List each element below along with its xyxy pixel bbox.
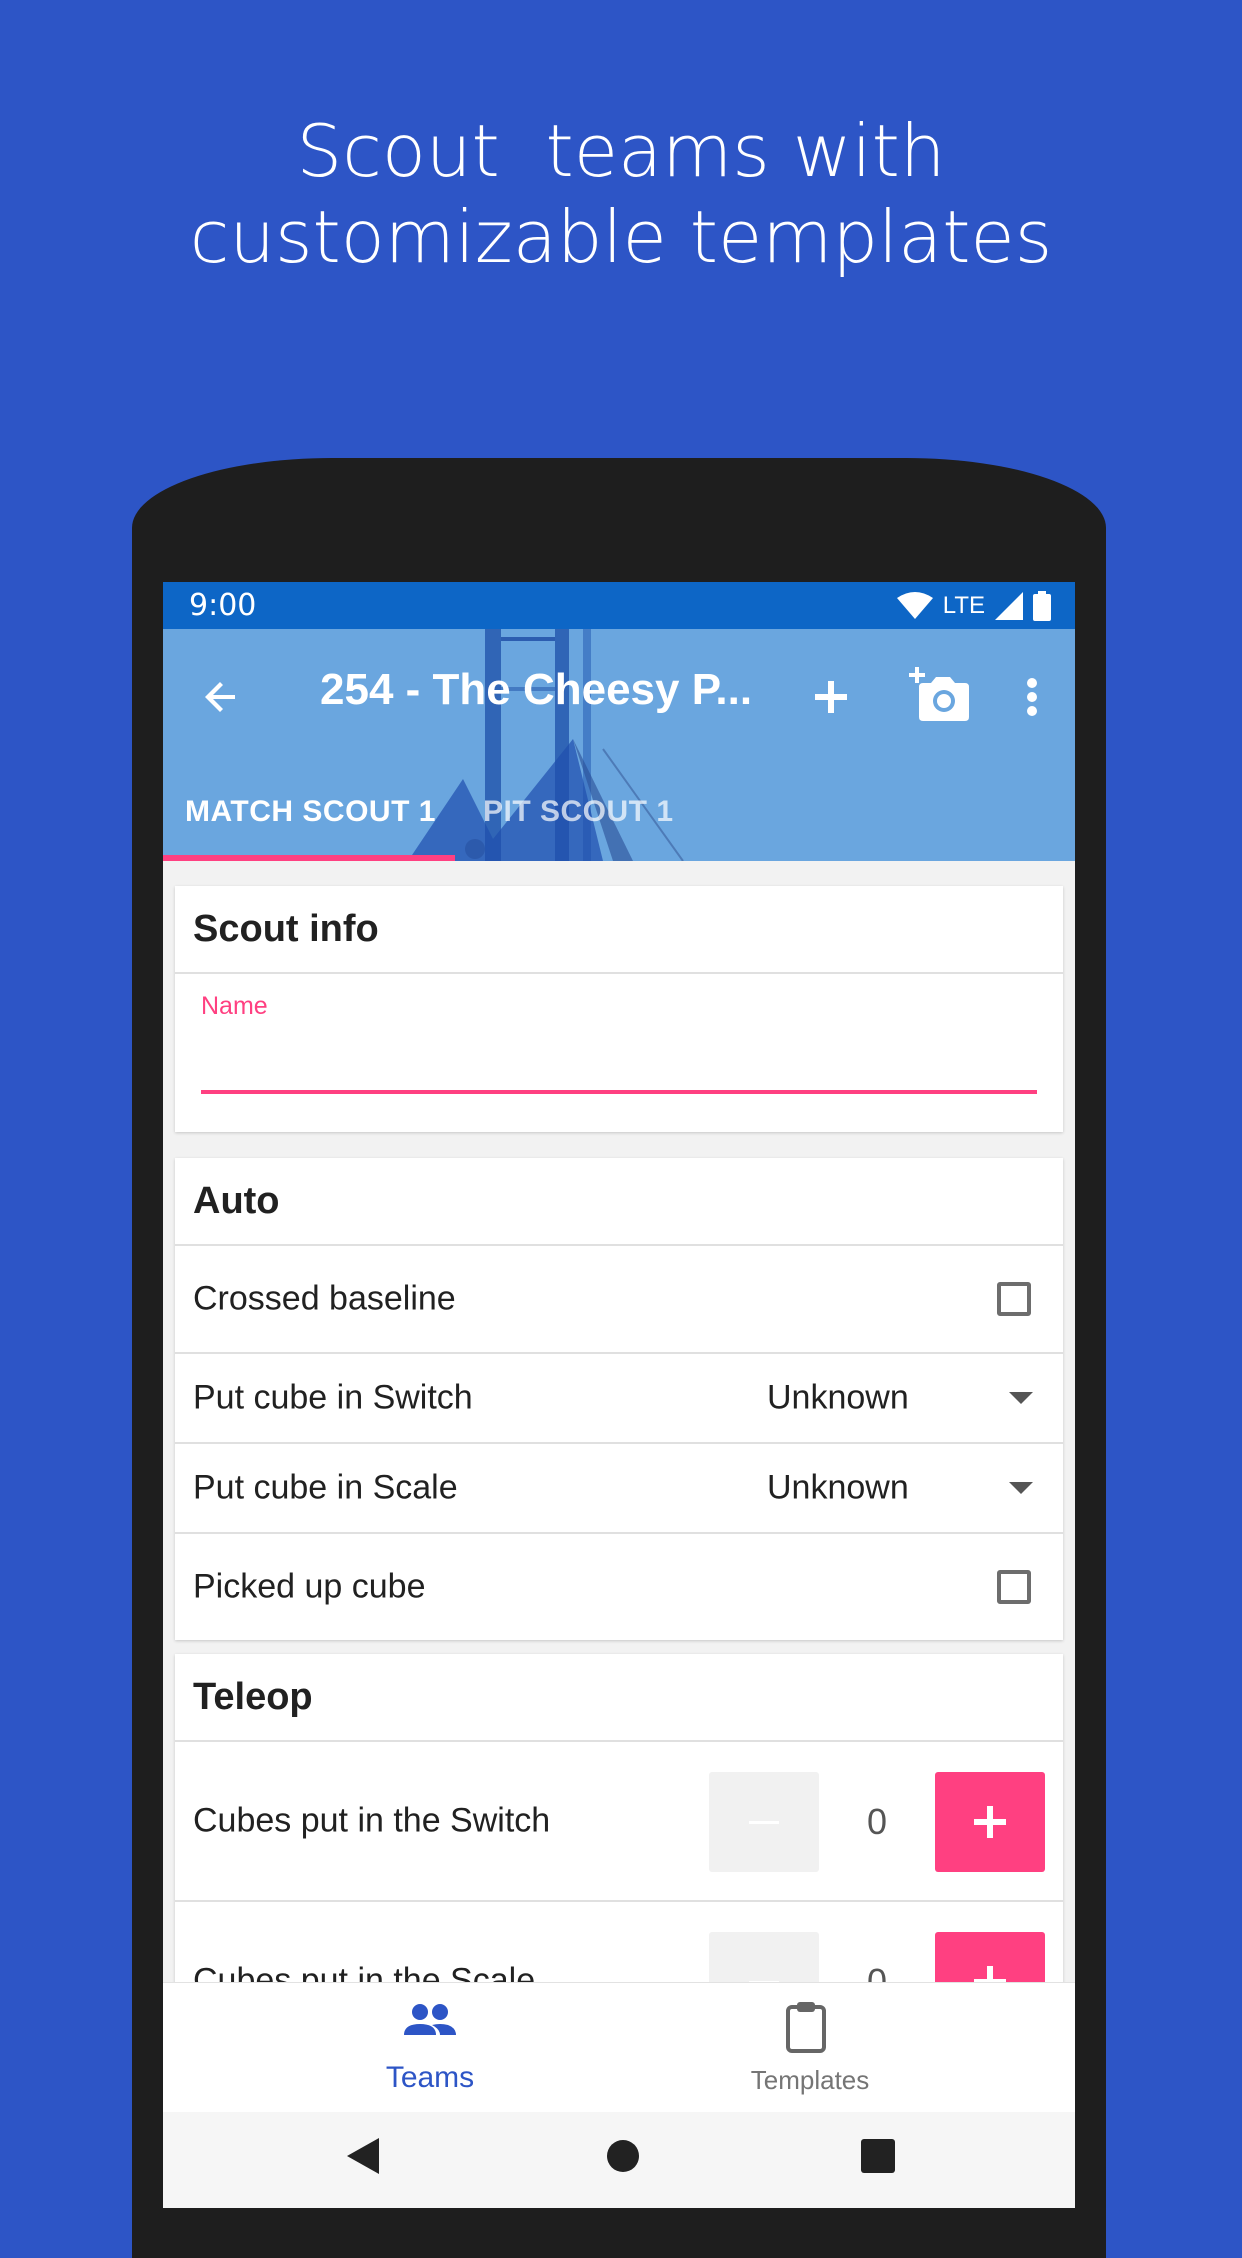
app-bar: 254 - The Cheesy P... MATCH SCOUT 1 PIT … xyxy=(163,629,1075,861)
bottom-navigation: Teams Templates xyxy=(163,1982,1075,2113)
status-time: 9:00 xyxy=(189,588,257,623)
clipboard-icon xyxy=(786,2002,826,2053)
cube-scale-label: Put cube in Scale xyxy=(193,1468,458,1507)
signal-icon xyxy=(995,592,1023,620)
plus-icon xyxy=(974,1806,1006,1838)
cube-switch-row: Put cube in Switch Unknown xyxy=(175,1354,1063,1444)
dropdown-arrow-icon[interactable] xyxy=(1009,1482,1033,1494)
headline-line-2: customizable templates xyxy=(189,195,1053,279)
cube-switch-select[interactable]: Unknown xyxy=(767,1379,909,1418)
back-arrow-icon[interactable] xyxy=(193,669,249,725)
tab-bar: MATCH SCOUT 1 PIT SCOUT 1 xyxy=(163,777,1075,861)
headline: Scout teams with customizable templates xyxy=(0,108,1242,280)
cubes-switch-row: Cubes put in the Switch 0 xyxy=(175,1742,1063,1902)
section-title-auto: Auto xyxy=(175,1158,1063,1246)
home-circle-icon[interactable] xyxy=(603,2134,643,2178)
system-navigation-bar xyxy=(163,2112,1075,2208)
tab-pit-scout-1[interactable]: PIT SCOUT 1 xyxy=(483,795,674,829)
decrement-button[interactable] xyxy=(709,1772,819,1872)
crossed-baseline-label: Crossed baseline xyxy=(193,1279,456,1318)
minus-icon xyxy=(749,1821,779,1824)
picked-up-cube-row[interactable]: Picked up cube xyxy=(175,1534,1063,1640)
section-title-teleop: Teleop xyxy=(175,1654,1063,1742)
wifi-icon xyxy=(896,592,933,619)
section-title-scout-info: Scout info xyxy=(175,886,1063,974)
scout-info-card: Scout info Name xyxy=(175,886,1063,1132)
picked-up-cube-checkbox[interactable] xyxy=(997,1570,1031,1604)
cube-switch-label: Put cube in Switch xyxy=(193,1378,473,1417)
picked-up-cube-label: Picked up cube xyxy=(193,1567,426,1606)
name-field-label: Name xyxy=(201,992,268,1020)
auto-card: Auto Crossed baseline Put cube in Switch… xyxy=(175,1158,1063,1640)
battery-icon xyxy=(1033,591,1051,621)
headline-line-1: Scout teams with xyxy=(296,109,946,193)
page-title: 254 - The Cheesy P... xyxy=(320,665,753,714)
crossed-baseline-checkbox[interactable] xyxy=(997,1282,1031,1316)
name-input[interactable] xyxy=(201,1034,1037,1094)
nav-teams-label: Teams xyxy=(385,2061,475,2094)
network-type: LTE xyxy=(942,592,985,619)
dropdown-arrow-icon[interactable] xyxy=(1009,1392,1033,1404)
recents-square-icon[interactable] xyxy=(858,2134,898,2178)
people-icon xyxy=(404,2004,456,2035)
status-bar: 9:00 LTE xyxy=(163,582,1075,629)
cubes-switch-count: 0 xyxy=(866,1801,888,1842)
cube-scale-select[interactable]: Unknown xyxy=(767,1469,909,1508)
nav-teams[interactable]: Teams xyxy=(280,1983,580,2113)
add-icon[interactable] xyxy=(803,669,859,725)
name-field: Name xyxy=(175,974,1063,1132)
back-triangle-icon[interactable] xyxy=(343,2134,383,2178)
crossed-baseline-row[interactable]: Crossed baseline xyxy=(175,1246,1063,1354)
nav-templates[interactable]: Templates xyxy=(660,1983,960,2113)
increment-button[interactable] xyxy=(935,1772,1045,1872)
nav-templates-label: Templates xyxy=(750,2065,870,2095)
cubes-switch-label: Cubes put in the Switch xyxy=(193,1801,551,1840)
more-options-icon[interactable] xyxy=(1017,669,1047,725)
tab-indicator xyxy=(163,855,455,861)
tab-match-scout-1[interactable]: MATCH SCOUT 1 xyxy=(185,795,436,829)
phone-screen: 9:00 LTE 254 - The Cheesy P... MATCH SCO… xyxy=(163,582,1075,2208)
add-photo-icon[interactable] xyxy=(909,665,971,725)
cube-scale-row: Put cube in Scale Unknown xyxy=(175,1444,1063,1534)
